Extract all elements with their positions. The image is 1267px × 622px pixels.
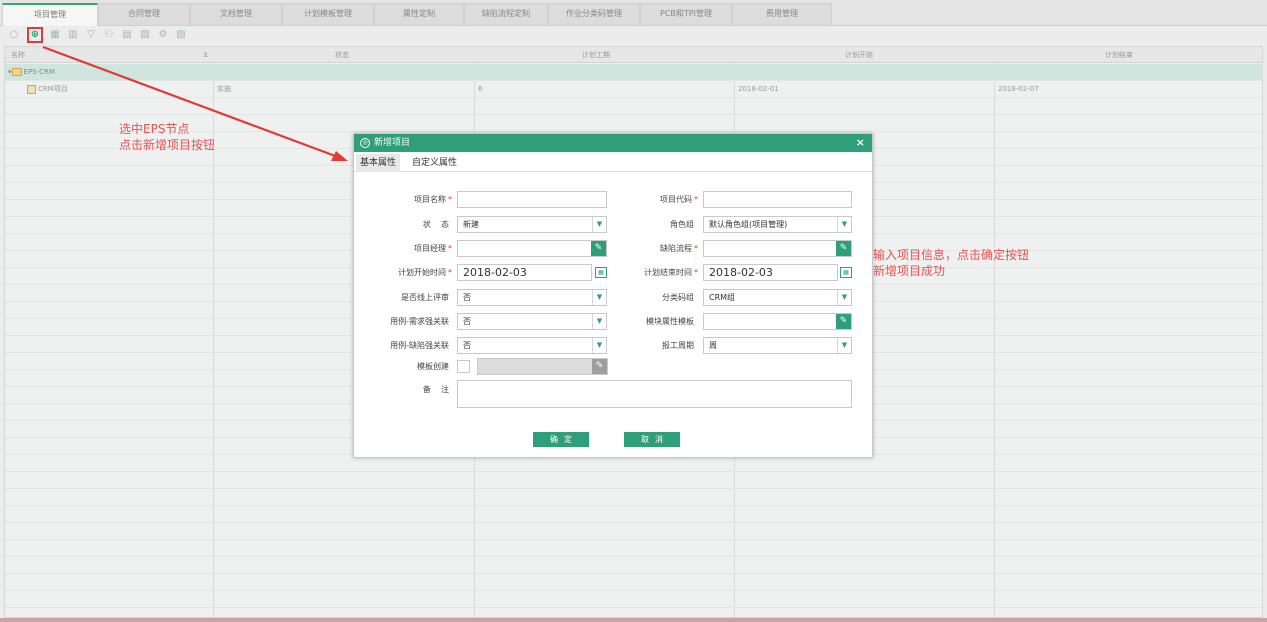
annotation-select-eps: 选中EPS节点 [119,122,190,136]
manager-input[interactable]: ✎ [457,240,607,257]
online-review-label: 是否线上评审 [401,293,449,302]
annotation-success: 新增项目成功 [873,264,946,278]
remark-textarea[interactable] [457,380,852,408]
template-select-disabled: ✎ [477,358,608,375]
dialog-title-bar[interactable]: ◎ 新增项目 × [354,134,872,152]
cancel-button[interactable]: 取消 [624,432,680,447]
template-create-label: 模板创建 [417,362,449,371]
online-review-select[interactable]: 否 ▼ [457,289,607,306]
req-link-select[interactable]: 否 ▼ [457,313,607,330]
new-project-dialog: ◎ 新增项目 × 基本属性 自定义属性 项目名称 * 项目代码 * 状 态 新建 ▼ 角… [353,133,873,458]
dialog-tabs: 基本属性 自定义属性 [354,152,872,172]
project-name-label: 项目名称 * [414,195,452,204]
chevron-down-icon[interactable]: ▼ [837,217,851,232]
annotation-enter-info: 输入项目信息，点击确定按钮 [873,248,1030,262]
report-period-select[interactable]: 周 ▼ [703,337,852,354]
edit-picker-icon[interactable]: ✎ [836,241,851,256]
project-code-input[interactable] [703,191,852,208]
tab-custom-attributes[interactable]: 自定义属性 [408,154,461,172]
dialog-logo-icon: ◎ [360,137,370,148]
plan-end-label: 计划结束时间 * [644,268,698,277]
module-template-label: 模块属性模板 [646,317,694,326]
plan-start-label: 计划开始时间 * [398,268,452,277]
defect-flow-label: 缺陷流程 * [660,244,698,253]
defect-link-label: 用例-缺陷强关联 [390,341,449,350]
template-create-checkbox[interactable] [457,360,470,373]
taskbar-strip [0,618,1267,622]
remark-label: 备 注 [422,385,449,394]
status-select[interactable]: 新建 ▼ [457,216,607,233]
project-code-label: 项目代码 * [660,195,698,204]
manager-label: 项目经理 * [414,244,452,253]
report-period-label: 报工周期 [662,341,694,350]
annotation-click-add: 点击新增项目按钮 [119,138,216,152]
ok-button[interactable]: 确定 [533,432,589,447]
defect-link-select[interactable]: 否 ▼ [457,337,607,354]
chevron-down-icon[interactable]: ▼ [837,338,851,353]
defect-flow-input[interactable]: ✎ [703,240,852,257]
calendar-icon[interactable]: ▦ [840,267,852,278]
plan-start-input[interactable]: 2018-02-03 [457,264,592,281]
role-group-select[interactable]: 默认角色组(项目管理) ▼ [703,216,852,233]
category-group-select[interactable]: CRM组 ▼ [703,289,852,306]
role-group-label: 角色组 [670,220,694,229]
project-name-input[interactable] [457,191,607,208]
category-group-label: 分类码组 [662,293,694,302]
edit-picker-icon[interactable]: ✎ [836,314,851,329]
tab-basic-attributes[interactable]: 基本属性 [356,154,401,172]
close-icon[interactable]: × [856,134,865,152]
plan-end-input[interactable]: 2018-02-03 [703,264,838,281]
req-link-label: 用例-需求强关联 [390,317,449,326]
module-template-input[interactable]: ✎ [703,313,852,330]
dialog-title: 新增项目 [374,138,411,148]
status-label: 状 态 [422,220,449,229]
chevron-down-icon[interactable]: ▼ [837,290,851,305]
edit-picker-icon: ✎ [592,359,607,374]
